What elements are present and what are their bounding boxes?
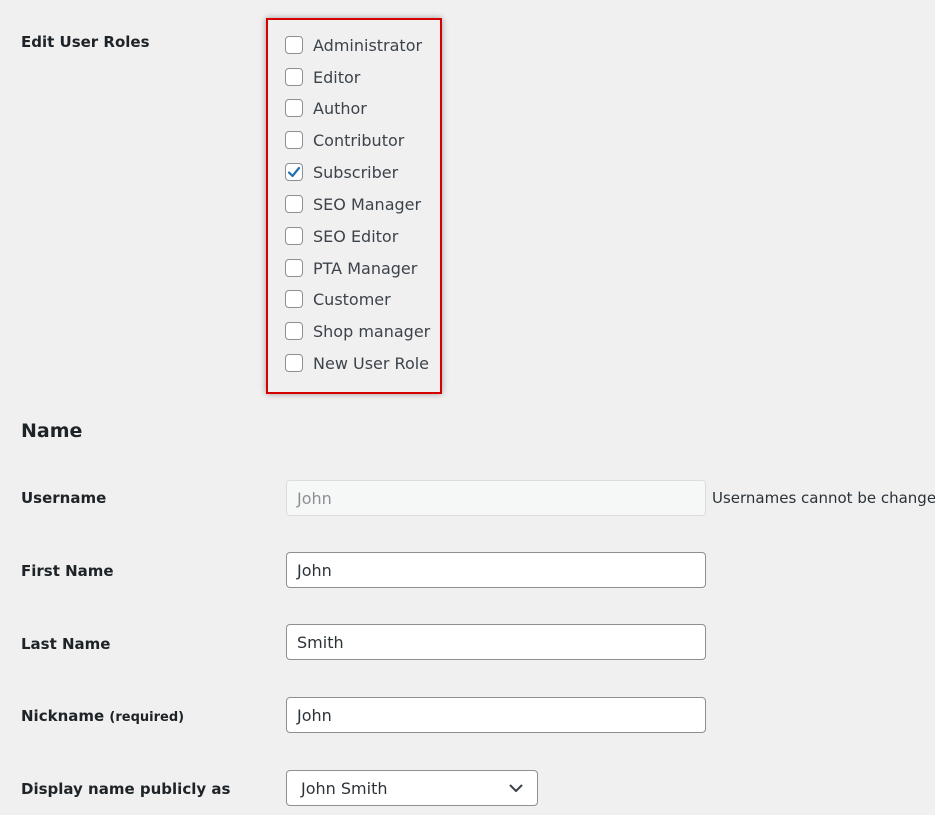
role-label: Subscriber	[313, 162, 399, 182]
username-label: Username	[21, 489, 107, 507]
first-name-label: First Name	[21, 562, 114, 580]
username-hint: Usernames cannot be changed.	[712, 489, 935, 507]
role-checkbox[interactable]	[285, 68, 303, 86]
display-name-selected: John Smith	[301, 778, 388, 798]
role-author[interactable]: Author	[285, 98, 367, 118]
username-field: John	[286, 480, 706, 516]
role-checkbox[interactable]	[285, 322, 303, 340]
section-title-name: Name	[21, 420, 83, 442]
role-checkbox[interactable]	[285, 131, 303, 149]
role-contributor[interactable]: Contributor	[285, 130, 404, 150]
display-name-select[interactable]: John Smith	[286, 770, 538, 806]
role-administrator[interactable]: Administrator	[285, 35, 422, 55]
role-label: New User Role	[313, 353, 430, 373]
role-checkbox[interactable]	[285, 227, 303, 245]
role-checkbox[interactable]	[285, 36, 303, 54]
role-label: Administrator	[313, 35, 423, 55]
first-name-value: John	[297, 560, 332, 580]
role-subscriber[interactable]: Subscriber	[285, 162, 398, 182]
role-checkbox[interactable]	[285, 354, 303, 372]
chevron-down-icon	[509, 784, 523, 792]
role-label: SEO Manager	[313, 194, 422, 214]
roles-label: Edit User Roles	[21, 33, 150, 51]
role-shop-manager[interactable]: Shop manager	[285, 321, 430, 341]
required-note: (required)	[109, 710, 185, 725]
username-value: John	[297, 488, 332, 508]
last-name-label: Last Name	[21, 635, 111, 653]
role-label: SEO Editor	[313, 226, 399, 246]
role-new-user-role[interactable]: New User Role	[285, 353, 429, 373]
last-name-input[interactable]: Smith	[286, 624, 706, 660]
role-seo-manager[interactable]: SEO Manager	[285, 194, 421, 214]
role-seo-editor[interactable]: SEO Editor	[285, 226, 398, 246]
role-pta-manager[interactable]: PTA Manager	[285, 258, 417, 278]
role-checkbox[interactable]	[285, 195, 303, 213]
role-checkbox[interactable]	[285, 259, 303, 277]
checkmark-icon	[287, 166, 301, 178]
role-label: Author	[313, 98, 367, 118]
role-label: PTA Manager	[313, 258, 418, 278]
nickname-label: Nickname (required)	[21, 707, 184, 725]
role-label: Contributor	[313, 130, 405, 150]
nickname-input[interactable]: John	[286, 697, 706, 733]
role-customer[interactable]: Customer	[285, 289, 391, 309]
first-name-input[interactable]: John	[286, 552, 706, 588]
role-label: Editor	[313, 67, 361, 87]
role-checkbox-checked[interactable]	[285, 163, 303, 181]
role-label: Shop manager	[313, 321, 431, 341]
nickname-value: John	[297, 705, 332, 725]
nickname-label-text: Nickname	[21, 707, 105, 725]
role-checkbox[interactable]	[285, 290, 303, 308]
role-editor[interactable]: Editor	[285, 67, 360, 87]
role-label: Customer	[313, 289, 391, 309]
last-name-value: Smith	[297, 632, 344, 652]
role-checkbox[interactable]	[285, 99, 303, 117]
display-name-label: Display name publicly as	[21, 780, 231, 798]
